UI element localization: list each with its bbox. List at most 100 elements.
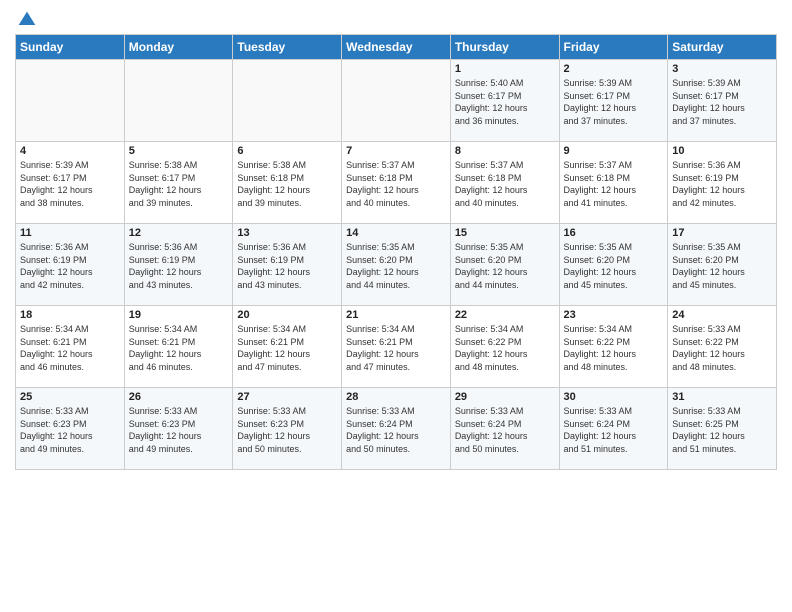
calendar-cell: 28Sunrise: 5:33 AM Sunset: 6:24 PM Dayli… xyxy=(342,388,451,470)
calendar-cell: 11 Sunrise: 5:36 AM Sunset: 6:19 PM Dayli… xyxy=(16,224,125,306)
day-number: 11 xyxy=(20,227,120,239)
day-info: Sunrise: 5:35 AM Sunset: 6:20 PM Dayligh… xyxy=(564,241,664,291)
calendar-cell: 25 Sunrise: 5:33 AM Sunset: 6:23 PM Dayli… xyxy=(16,388,125,470)
day-number: 2 xyxy=(564,63,664,75)
calendar-cell: 3 Sunrise: 5:39 AM Sunset: 6:17 PM Daylig… xyxy=(668,60,777,142)
weekday-header: Monday xyxy=(124,35,233,60)
day-info: Sunrise: 5:36 AM Sunset: 6:19 PM Dayligh… xyxy=(20,241,120,291)
day-number: 8 xyxy=(455,145,555,157)
calendar-cell: 14 Sunrise: 5:35 AM Sunset: 6:20 PM Dayli… xyxy=(342,224,451,306)
day-number: 14 xyxy=(346,227,446,239)
logo xyxy=(15,10,37,26)
calendar-cell: 18 Sunrise: 5:34 AM Sunset: 6:21 PM Dayli… xyxy=(16,306,125,388)
calendar-week-row: 11 Sunrise: 5:36 AM Sunset: 6:19 PM Dayli… xyxy=(16,224,777,306)
day-number: 12 xyxy=(129,227,229,239)
calendar-week-row: 25 Sunrise: 5:33 AM Sunset: 6:23 PM Dayli… xyxy=(16,388,777,470)
day-number: 9 xyxy=(564,145,664,157)
calendar-table: SundayMondayTuesdayWednesdayThursdayFrid… xyxy=(15,34,777,470)
day-info: Sunrise: 5:39 AM Sunset: 6:17 PM Dayligh… xyxy=(564,77,664,127)
day-info: Sunrise: 5:34 AM Sunset: 6:21 PM Dayligh… xyxy=(346,323,446,373)
day-info: Sunrise: 5:36 AM Sunset: 6:19 PM Dayligh… xyxy=(237,241,337,291)
calendar-cell: 10 Sunrise: 5:36 AM Sunset: 6:19 PM Dayli… xyxy=(668,142,777,224)
day-number: 25 xyxy=(20,391,120,403)
calendar-cell: 15 Sunrise: 5:35 AM Sunset: 6:20 PM Dayli… xyxy=(450,224,559,306)
day-number: 27 xyxy=(237,391,337,403)
day-number: 16 xyxy=(564,227,664,239)
day-number: 4 xyxy=(20,145,120,157)
day-info: Sunrise: 5:33 AM Sunset: 6:22 PM Dayligh… xyxy=(672,323,772,373)
day-number: 7 xyxy=(346,145,446,157)
calendar-week-row: 18 Sunrise: 5:34 AM Sunset: 6:21 PM Dayli… xyxy=(16,306,777,388)
page: SundayMondayTuesdayWednesdayThursdayFrid… xyxy=(0,0,792,612)
calendar-cell: 17 Sunrise: 5:35 AM Sunset: 6:20 PM Dayli… xyxy=(668,224,777,306)
calendar-cell: 6 Sunrise: 5:38 AM Sunset: 6:18 PM Daylig… xyxy=(233,142,342,224)
day-number: 29 xyxy=(455,391,555,403)
day-info: Sunrise: 5:34 AM Sunset: 6:21 PM Dayligh… xyxy=(20,323,120,373)
calendar-cell xyxy=(233,60,342,142)
logo-icon xyxy=(17,10,37,30)
day-info: Sunrise: 5:36 AM Sunset: 6:19 PM Dayligh… xyxy=(129,241,229,291)
day-info: Sunrise: 5:33 AM Sunset: 6:24 PM Dayligh… xyxy=(455,405,555,455)
day-info: Sunrise: 5:38 AM Sunset: 6:18 PM Dayligh… xyxy=(237,159,337,209)
day-info: Sunrise: 5:33 AM Sunset: 6:25 PM Dayligh… xyxy=(672,405,772,455)
day-info: Sunrise: 5:39 AM Sunset: 6:17 PM Dayligh… xyxy=(20,159,120,209)
day-number: 31 xyxy=(672,391,772,403)
calendar-cell xyxy=(342,60,451,142)
day-number: 5 xyxy=(129,145,229,157)
calendar-cell: 26Sunrise: 5:33 AM Sunset: 6:23 PM Dayli… xyxy=(124,388,233,470)
day-info: Sunrise: 5:35 AM Sunset: 6:20 PM Dayligh… xyxy=(672,241,772,291)
day-number: 10 xyxy=(672,145,772,157)
calendar-cell: 2 Sunrise: 5:39 AM Sunset: 6:17 PM Daylig… xyxy=(559,60,668,142)
calendar-header-row: SundayMondayTuesdayWednesdayThursdayFrid… xyxy=(16,35,777,60)
day-number: 22 xyxy=(455,309,555,321)
header xyxy=(15,10,777,26)
logo-text xyxy=(15,10,37,30)
day-info: Sunrise: 5:33 AM Sunset: 6:24 PM Dayligh… xyxy=(346,405,446,455)
day-info: Sunrise: 5:40 AM Sunset: 6:17 PM Dayligh… xyxy=(455,77,555,127)
day-info: Sunrise: 5:38 AM Sunset: 6:17 PM Dayligh… xyxy=(129,159,229,209)
day-info: Sunrise: 5:39 AM Sunset: 6:17 PM Dayligh… xyxy=(672,77,772,127)
weekday-header: Saturday xyxy=(668,35,777,60)
calendar-cell: 13 Sunrise: 5:36 AM Sunset: 6:19 PM Dayli… xyxy=(233,224,342,306)
weekday-header: Sunday xyxy=(16,35,125,60)
calendar-cell: 30Sunrise: 5:33 AM Sunset: 6:24 PM Dayli… xyxy=(559,388,668,470)
calendar-cell: 31 Sunrise: 5:33 AM Sunset: 6:25 PM Dayli… xyxy=(668,388,777,470)
day-info: Sunrise: 5:35 AM Sunset: 6:20 PM Dayligh… xyxy=(455,241,555,291)
day-number: 15 xyxy=(455,227,555,239)
calendar-cell: 9 Sunrise: 5:37 AM Sunset: 6:18 PM Daylig… xyxy=(559,142,668,224)
day-info: Sunrise: 5:33 AM Sunset: 6:23 PM Dayligh… xyxy=(129,405,229,455)
calendar-cell: 1Sunrise: 5:40 AM Sunset: 6:17 PM Daylig… xyxy=(450,60,559,142)
day-number: 19 xyxy=(129,309,229,321)
day-info: Sunrise: 5:37 AM Sunset: 6:18 PM Dayligh… xyxy=(346,159,446,209)
calendar-cell: 5 Sunrise: 5:38 AM Sunset: 6:17 PM Daylig… xyxy=(124,142,233,224)
day-number: 3 xyxy=(672,63,772,75)
day-info: Sunrise: 5:36 AM Sunset: 6:19 PM Dayligh… xyxy=(672,159,772,209)
day-number: 6 xyxy=(237,145,337,157)
weekday-header: Tuesday xyxy=(233,35,342,60)
calendar-week-row: 1Sunrise: 5:40 AM Sunset: 6:17 PM Daylig… xyxy=(16,60,777,142)
calendar-cell xyxy=(124,60,233,142)
weekday-header: Thursday xyxy=(450,35,559,60)
day-info: Sunrise: 5:37 AM Sunset: 6:18 PM Dayligh… xyxy=(455,159,555,209)
calendar-cell: 24Sunrise: 5:33 AM Sunset: 6:22 PM Dayli… xyxy=(668,306,777,388)
day-info: Sunrise: 5:33 AM Sunset: 6:23 PM Dayligh… xyxy=(20,405,120,455)
calendar-cell: 12 Sunrise: 5:36 AM Sunset: 6:19 PM Dayli… xyxy=(124,224,233,306)
day-info: Sunrise: 5:37 AM Sunset: 6:18 PM Dayligh… xyxy=(564,159,664,209)
calendar-cell: 27Sunrise: 5:33 AM Sunset: 6:23 PM Dayli… xyxy=(233,388,342,470)
day-info: Sunrise: 5:35 AM Sunset: 6:20 PM Dayligh… xyxy=(346,241,446,291)
weekday-header: Wednesday xyxy=(342,35,451,60)
day-number: 13 xyxy=(237,227,337,239)
day-number: 21 xyxy=(346,309,446,321)
day-info: Sunrise: 5:33 AM Sunset: 6:24 PM Dayligh… xyxy=(564,405,664,455)
calendar-cell: 4 Sunrise: 5:39 AM Sunset: 6:17 PM Daylig… xyxy=(16,142,125,224)
calendar-cell: 20Sunrise: 5:34 AM Sunset: 6:21 PM Dayli… xyxy=(233,306,342,388)
day-info: Sunrise: 5:34 AM Sunset: 6:22 PM Dayligh… xyxy=(455,323,555,373)
calendar-cell: 16 Sunrise: 5:35 AM Sunset: 6:20 PM Dayli… xyxy=(559,224,668,306)
day-number: 18 xyxy=(20,309,120,321)
day-number: 17 xyxy=(672,227,772,239)
calendar-cell: 29 Sunrise: 5:33 AM Sunset: 6:24 PM Dayli… xyxy=(450,388,559,470)
day-info: Sunrise: 5:34 AM Sunset: 6:21 PM Dayligh… xyxy=(129,323,229,373)
day-info: Sunrise: 5:34 AM Sunset: 6:22 PM Dayligh… xyxy=(564,323,664,373)
calendar-cell: 7 Sunrise: 5:37 AM Sunset: 6:18 PM Daylig… xyxy=(342,142,451,224)
calendar-cell: 22 Sunrise: 5:34 AM Sunset: 6:22 PM Dayli… xyxy=(450,306,559,388)
